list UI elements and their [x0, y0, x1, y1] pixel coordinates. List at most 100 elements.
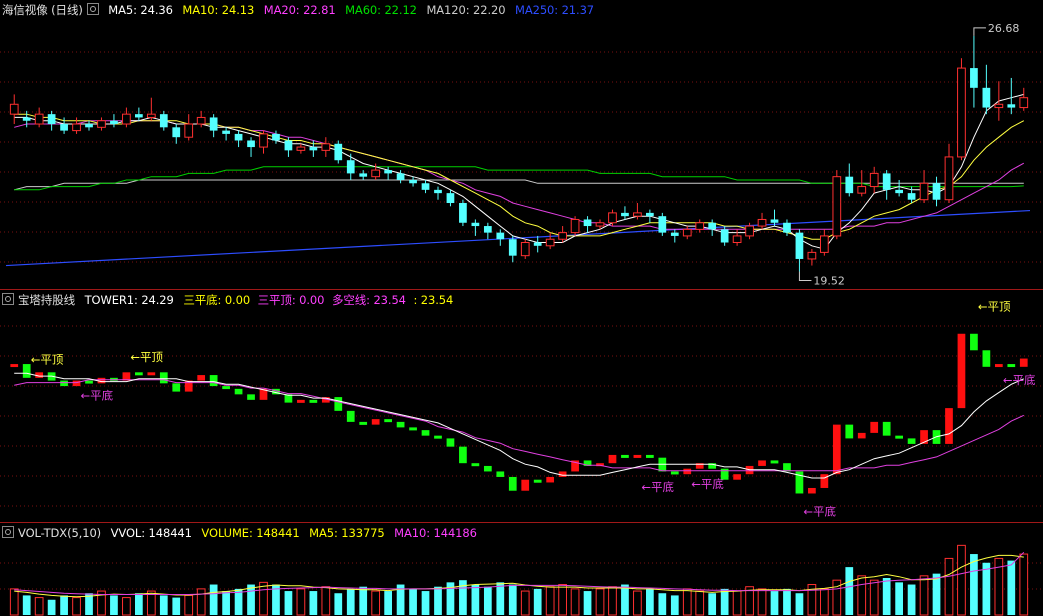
candle-body	[932, 183, 941, 200]
candle-body	[520, 242, 530, 257]
volume-bar	[434, 586, 442, 615]
candle	[421, 179, 430, 194]
volume-bar	[60, 595, 68, 615]
candle-body	[9, 103, 19, 115]
settings-icon[interactable]	[2, 293, 14, 305]
kline-chart[interactable]: 26.68 19.52	[0, 0, 1043, 290]
candle-body	[783, 222, 791, 233]
candle-body	[907, 193, 916, 200]
volume-bar	[196, 588, 206, 616]
candle-body	[34, 113, 44, 125]
volume-bar	[982, 562, 991, 615]
volume-bar	[533, 588, 542, 615]
tower-bar	[1019, 358, 1028, 367]
settings-icon[interactable]	[2, 526, 14, 538]
tower-bar	[982, 350, 991, 367]
candle-body	[234, 133, 243, 141]
tower-bar	[446, 438, 455, 447]
candle	[970, 35, 978, 108]
tower-panel[interactable]: ←平顶 ←平底 ←平顶 ←平底 ←平底 ←平底 ←平顶 ←平底 宝塔持股线 TOWER1: 2…	[0, 290, 1043, 523]
candle-body	[146, 113, 156, 118]
tower-bar	[234, 388, 243, 395]
flat-top-label: ←平顶	[31, 353, 64, 367]
low-marker	[798, 271, 812, 281]
candle-body	[384, 170, 392, 174]
candle-body	[695, 222, 705, 230]
candle	[608, 209, 617, 227]
tower-bar	[1007, 364, 1016, 368]
candle	[85, 120, 93, 131]
candle	[184, 114, 194, 141]
volume-bar	[135, 593, 143, 615]
candle-body	[670, 232, 679, 236]
candle-body	[832, 176, 842, 237]
candle-body	[545, 238, 555, 247]
candle	[446, 189, 455, 207]
flat-top-label: ←平顶	[130, 350, 163, 364]
candle	[944, 143, 954, 204]
tower-bar	[147, 372, 156, 376]
candle	[533, 235, 542, 253]
volume-bar	[110, 595, 118, 615]
candle-body	[247, 140, 255, 148]
settings-icon[interactable]	[86, 3, 99, 15]
volume-bar	[595, 588, 605, 616]
candle-body	[184, 123, 194, 138]
candle-body	[172, 127, 181, 138]
volume-bar	[122, 597, 131, 616]
tower-bar	[72, 380, 81, 387]
volume-bar	[869, 579, 879, 616]
volume-bar	[22, 595, 31, 615]
candle-body	[621, 212, 629, 217]
volume-bar	[421, 591, 430, 615]
volume-bar	[932, 573, 941, 615]
tower-bar	[907, 438, 916, 444]
volume-bar	[720, 588, 729, 615]
candle	[682, 226, 692, 240]
candle-body	[807, 251, 817, 260]
candle-body	[334, 143, 343, 161]
volume-legend: VOL-TDX(5,10) VVOL: 148441 VOLUME: 14844…	[2, 525, 483, 541]
candle	[708, 219, 717, 236]
legend-vol-ma5: MA5: 133775	[309, 526, 385, 540]
volume-panel[interactable]: VOL-TDX(5,10) VVOL: 148441 VOLUME: 14844…	[0, 523, 1043, 616]
volume-bar	[819, 588, 829, 616]
high-label: 26.68	[988, 22, 1020, 35]
candle-body	[583, 219, 592, 227]
tower-bar	[857, 432, 866, 439]
candle-body	[857, 186, 867, 194]
candle	[919, 170, 929, 204]
candle	[508, 235, 517, 263]
candle	[471, 219, 480, 236]
volume-bar	[919, 575, 929, 616]
tower-bar	[483, 465, 492, 472]
kline-title: 海信视像 (日线)	[2, 3, 83, 17]
tower-bar	[471, 463, 480, 467]
tower-bar	[633, 454, 642, 458]
volume-bar	[259, 581, 268, 616]
candle-body	[296, 146, 306, 151]
volume-bar	[346, 588, 355, 615]
candle-body	[421, 183, 430, 190]
volume-bar	[1007, 560, 1016, 615]
candle	[496, 229, 505, 246]
kline-panel[interactable]: 26.68 19.52 海信视像 (日线) MA5: 24.36 MA10: 24…	[0, 0, 1043, 290]
volume-bar	[558, 584, 567, 616]
candle	[869, 166, 879, 194]
tower-chart[interactable]: ←平顶 ←平底 ←平顶 ←平底 ←平底 ←平底 ←平顶 ←平底	[0, 290, 1043, 523]
volume-bar	[783, 588, 791, 615]
candle	[957, 58, 966, 161]
candle-body	[745, 225, 754, 237]
candle	[34, 107, 44, 128]
volume-bar	[845, 567, 854, 615]
candle	[146, 97, 156, 121]
candle	[545, 232, 555, 250]
tower-bar	[895, 435, 903, 439]
candle	[795, 229, 804, 272]
tower-bar	[683, 468, 692, 475]
volume-bar	[1019, 553, 1029, 616]
candle	[296, 143, 306, 154]
candle	[895, 179, 903, 197]
legend-vol-ma10: MA10: 144186	[394, 526, 477, 540]
candle-body	[459, 203, 467, 223]
